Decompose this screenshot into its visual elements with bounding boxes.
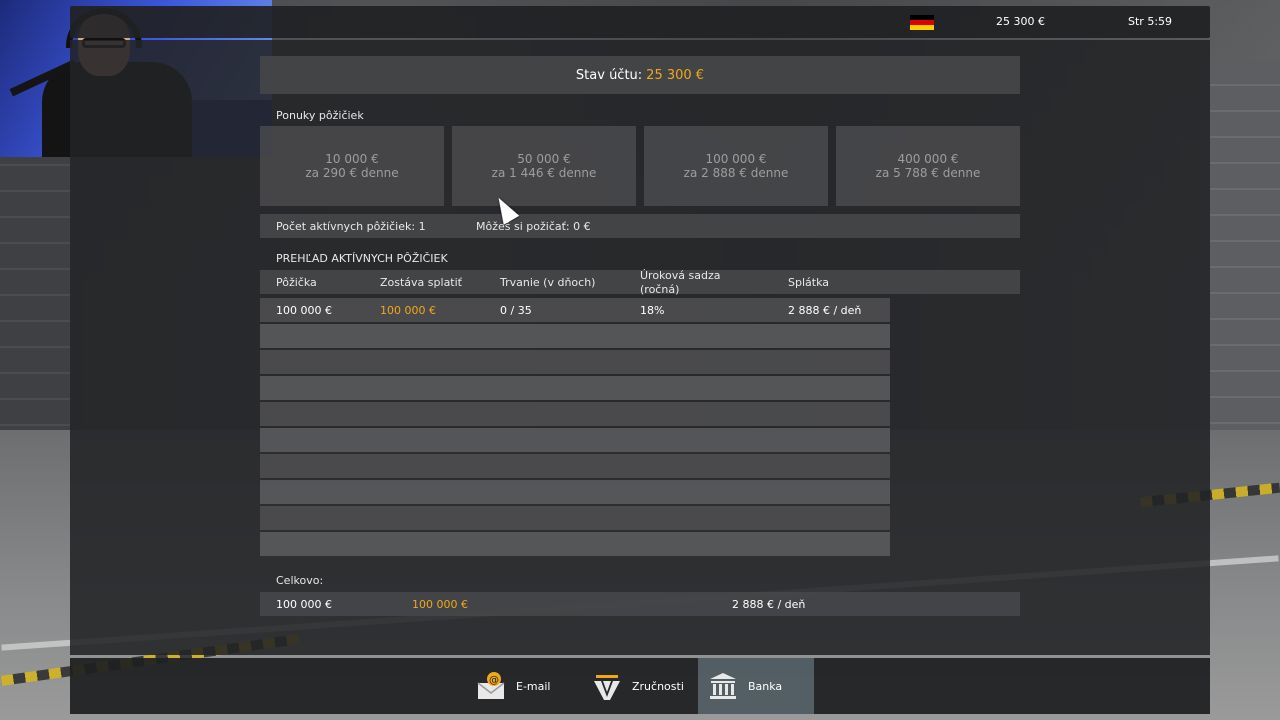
bank-icon [708, 671, 738, 701]
game-clock: Str 5:59 [1128, 15, 1173, 28]
col-interest-rate: Úroková sadza [640, 269, 721, 282]
offer-rate: za 290 € denne [305, 166, 399, 180]
balance-label: Stav účtu: [575, 67, 643, 83]
bottom-nav: @ E-mail Zručnosti Banka [70, 658, 1210, 714]
totals-bar: 100 000 € 100 000 € 2 888 € / deň [260, 592, 1020, 616]
table-row-empty [260, 454, 890, 478]
email-icon: @ [476, 671, 506, 701]
table-row-empty [260, 376, 890, 400]
svg-text:@: @ [489, 675, 499, 686]
col-loan: Pôžička [276, 276, 317, 289]
table-row-empty [260, 350, 890, 374]
loan-offers: 10 000 € za 290 € denne 50 000 € za 1 44… [260, 126, 1020, 206]
offer-amount: 50 000 € [517, 152, 571, 166]
row-remaining: 100 000 € [380, 304, 436, 317]
skills-icon [592, 671, 622, 701]
nav-bank[interactable]: Banka [698, 658, 814, 714]
loan-offer-10000[interactable]: 10 000 € za 290 € denne [260, 126, 444, 206]
offer-amount: 100 000 € [705, 152, 767, 166]
row-installment: 2 888 € / deň [788, 304, 862, 317]
table-row-empty [260, 480, 890, 504]
top-money: 25 300 € [996, 15, 1045, 28]
loan-offer-100000[interactable]: 100 000 € za 2 888 € denne [644, 126, 828, 206]
col-installment: Splátka [788, 276, 829, 289]
offer-amount: 400 000 € [897, 152, 959, 166]
loan-offer-50000[interactable]: 50 000 € za 1 446 € denne [452, 126, 636, 206]
offer-rate: za 1 446 € denne [491, 166, 597, 180]
bank-panel: Stav účtu: 25 300 € Ponuky pôžičiek 10 0… [70, 40, 1210, 655]
active-loans-count: Počet aktívnych pôžičiek: 1 [276, 220, 426, 233]
nav-email-label: E-mail [516, 679, 551, 693]
loans-table-header: Pôžička Zostáva splatiť Trvanie (v dňoch… [260, 269, 1020, 296]
table-row-empty [260, 532, 890, 556]
top-status-bar: 25 300 € Str 5:59 [70, 6, 1210, 38]
table-row-empty [260, 324, 890, 348]
row-rate: 18% [640, 304, 665, 317]
germany-flag-icon [910, 15, 934, 30]
loan-info-bar: Počet aktívnych pôžičiek: 1 Môžeš si pož… [260, 214, 1020, 238]
loan-offers-title: Ponuky pôžičiek [276, 109, 364, 122]
row-duration: 0 / 35 [500, 304, 532, 317]
table-row-empty [260, 402, 890, 426]
offer-amount: 10 000 € [325, 152, 379, 166]
total-installment: 2 888 € / deň [732, 598, 806, 611]
background-garage-door-right [1210, 60, 1280, 480]
totals-title: Celkovo: [276, 574, 324, 587]
offer-rate: za 2 888 € denne [683, 166, 789, 180]
total-remaining: 100 000 € [412, 598, 468, 611]
nav-skills[interactable]: Zručnosti [582, 658, 698, 714]
nav-skills-label: Zručnosti [632, 679, 684, 693]
table-row-empty [260, 428, 890, 452]
table-row[interactable]: 100 000 € 100 000 € 0 / 35 18% 2 888 € /… [260, 298, 890, 322]
nav-bank-label: Banka [748, 679, 783, 693]
total-loan: 100 000 € [276, 598, 332, 611]
nav-email[interactable]: @ E-mail [466, 658, 582, 714]
account-balance-bar: Stav účtu: 25 300 € [260, 56, 1020, 94]
loan-offer-400000[interactable]: 400 000 € za 5 788 € denne [836, 126, 1020, 206]
row-loan: 100 000 € [276, 304, 332, 317]
col-remaining: Zostáva splatiť [380, 276, 462, 289]
active-loans-title: PREHĽAD AKTÍVNYCH PÔŽIČIEK [276, 252, 448, 265]
balance-value: 25 300 € [646, 67, 705, 83]
table-row-empty [260, 506, 890, 530]
offer-rate: za 5 788 € denne [875, 166, 981, 180]
col-interest-rate-annual: (ročná) [640, 283, 680, 296]
can-borrow-amount: Môžeš si požičať: 0 € [476, 220, 591, 233]
col-duration: Trvanie (v dňoch) [500, 276, 596, 289]
